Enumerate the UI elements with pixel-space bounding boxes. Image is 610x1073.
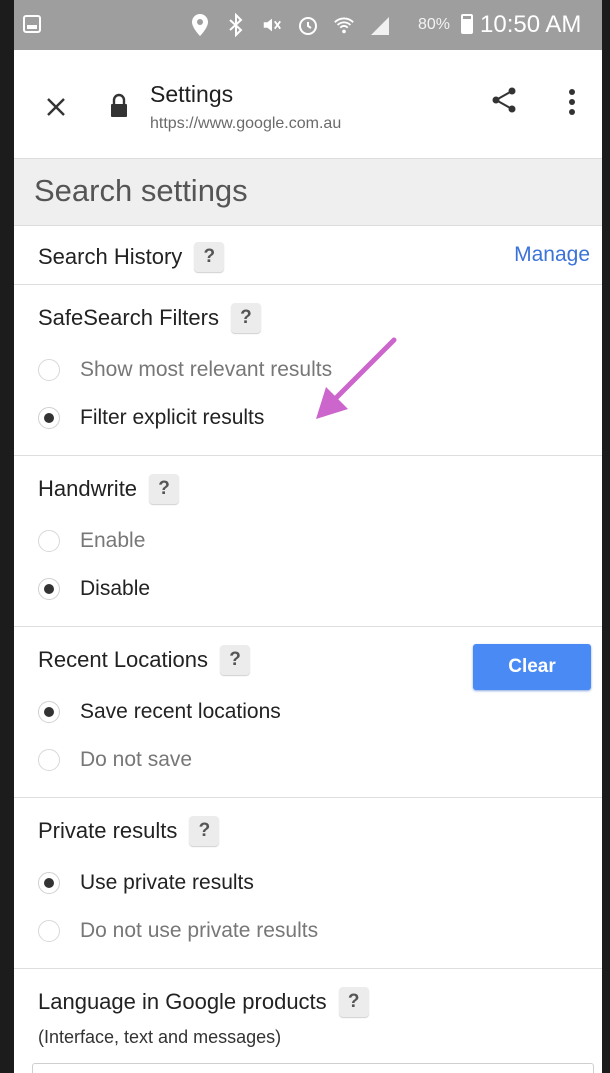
radio-button-selected[interactable] [38, 701, 60, 723]
safesearch-title: SafeSearch Filters ? [38, 303, 261, 333]
help-icon[interactable]: ? [189, 816, 220, 846]
manage-link[interactable]: Manage [514, 243, 590, 267]
annotation-arrow-icon [316, 337, 397, 419]
image-icon [22, 14, 42, 34]
clear-button[interactable]: Clear [473, 644, 591, 690]
radio-filter-explicit[interactable]: Filter explicit results [38, 406, 264, 430]
section-search-history: Search History ? Manage [14, 226, 602, 285]
radio-button-selected[interactable] [38, 872, 60, 894]
help-icon[interactable]: ? [230, 303, 261, 333]
radio-button[interactable] [38, 530, 60, 552]
browser-toolbar: Settings https://www.google.com.au [14, 50, 602, 159]
more-options-button[interactable] [554, 82, 590, 122]
section-recent-locations: Recent Locations ? Clear Save recent loc… [14, 627, 602, 798]
battery-icon [461, 14, 473, 34]
radio-disable[interactable]: Disable [38, 577, 150, 601]
radio-enable[interactable]: Enable [38, 529, 145, 553]
radio-button-selected[interactable] [38, 578, 60, 600]
radio-button[interactable] [38, 359, 60, 381]
search-history-title: Search History ? [38, 242, 225, 272]
radio-do-not-use-private-results[interactable]: Do not use private results [38, 919, 318, 943]
close-icon [47, 98, 65, 116]
private-results-title: Private results ? [38, 816, 220, 846]
radio-save-recent-locations[interactable]: Save recent locations [38, 700, 281, 724]
help-icon[interactable]: ? [149, 474, 180, 504]
screenshot-frame-right [602, 0, 610, 1073]
language-select[interactable] [32, 1063, 594, 1073]
language-subtitle: (Interface, text and messages) [38, 1027, 282, 1047]
page-title: Settings [150, 81, 234, 107]
language-title: Language in Google products ? [38, 987, 369, 1017]
recent-locations-title: Recent Locations ? [38, 645, 250, 675]
radio-do-not-save[interactable]: Do not save [38, 748, 192, 772]
help-icon[interactable]: ? [220, 645, 250, 675]
phone-screen: 80% 10:50 AM Settings https://www.google… [14, 0, 602, 1073]
share-button[interactable] [484, 80, 524, 120]
section-private-results: Private results ? Use private results Do… [14, 798, 602, 969]
status-time: 10:50 AM [480, 11, 582, 38]
share-icon [492, 87, 516, 113]
mute-icon [261, 13, 283, 37]
search-settings-heading: Search settings [34, 173, 248, 208]
section-language: Language in Google products ? (Interface… [14, 969, 602, 1073]
screenshot-frame-left [0, 0, 14, 1073]
location-icon [189, 13, 211, 37]
radio-use-private-results[interactable]: Use private results [38, 871, 254, 895]
page-url: https://www.google.com.au [150, 115, 342, 132]
lock-icon [108, 92, 130, 120]
radio-button-selected[interactable] [38, 407, 60, 429]
status-bar: 80% 10:50 AM [14, 0, 602, 50]
bluetooth-icon [225, 13, 247, 37]
alarm-icon [297, 13, 319, 37]
handwrite-title: Handwrite ? [38, 474, 180, 504]
battery-percent: 80% [418, 16, 451, 33]
help-icon[interactable]: ? [338, 987, 369, 1017]
close-button[interactable] [36, 87, 76, 127]
signal-icon [369, 13, 391, 37]
section-handwrite: Handwrite ? Enable Disable [14, 456, 602, 627]
radio-button[interactable] [38, 920, 60, 942]
radio-button[interactable] [38, 749, 60, 771]
more-vert-icon [569, 89, 575, 115]
page-heading: Search settings [14, 159, 602, 226]
help-icon[interactable]: ? [194, 242, 225, 272]
wifi-icon [333, 13, 355, 37]
radio-show-most-relevant[interactable]: Show most relevant results [38, 358, 332, 382]
